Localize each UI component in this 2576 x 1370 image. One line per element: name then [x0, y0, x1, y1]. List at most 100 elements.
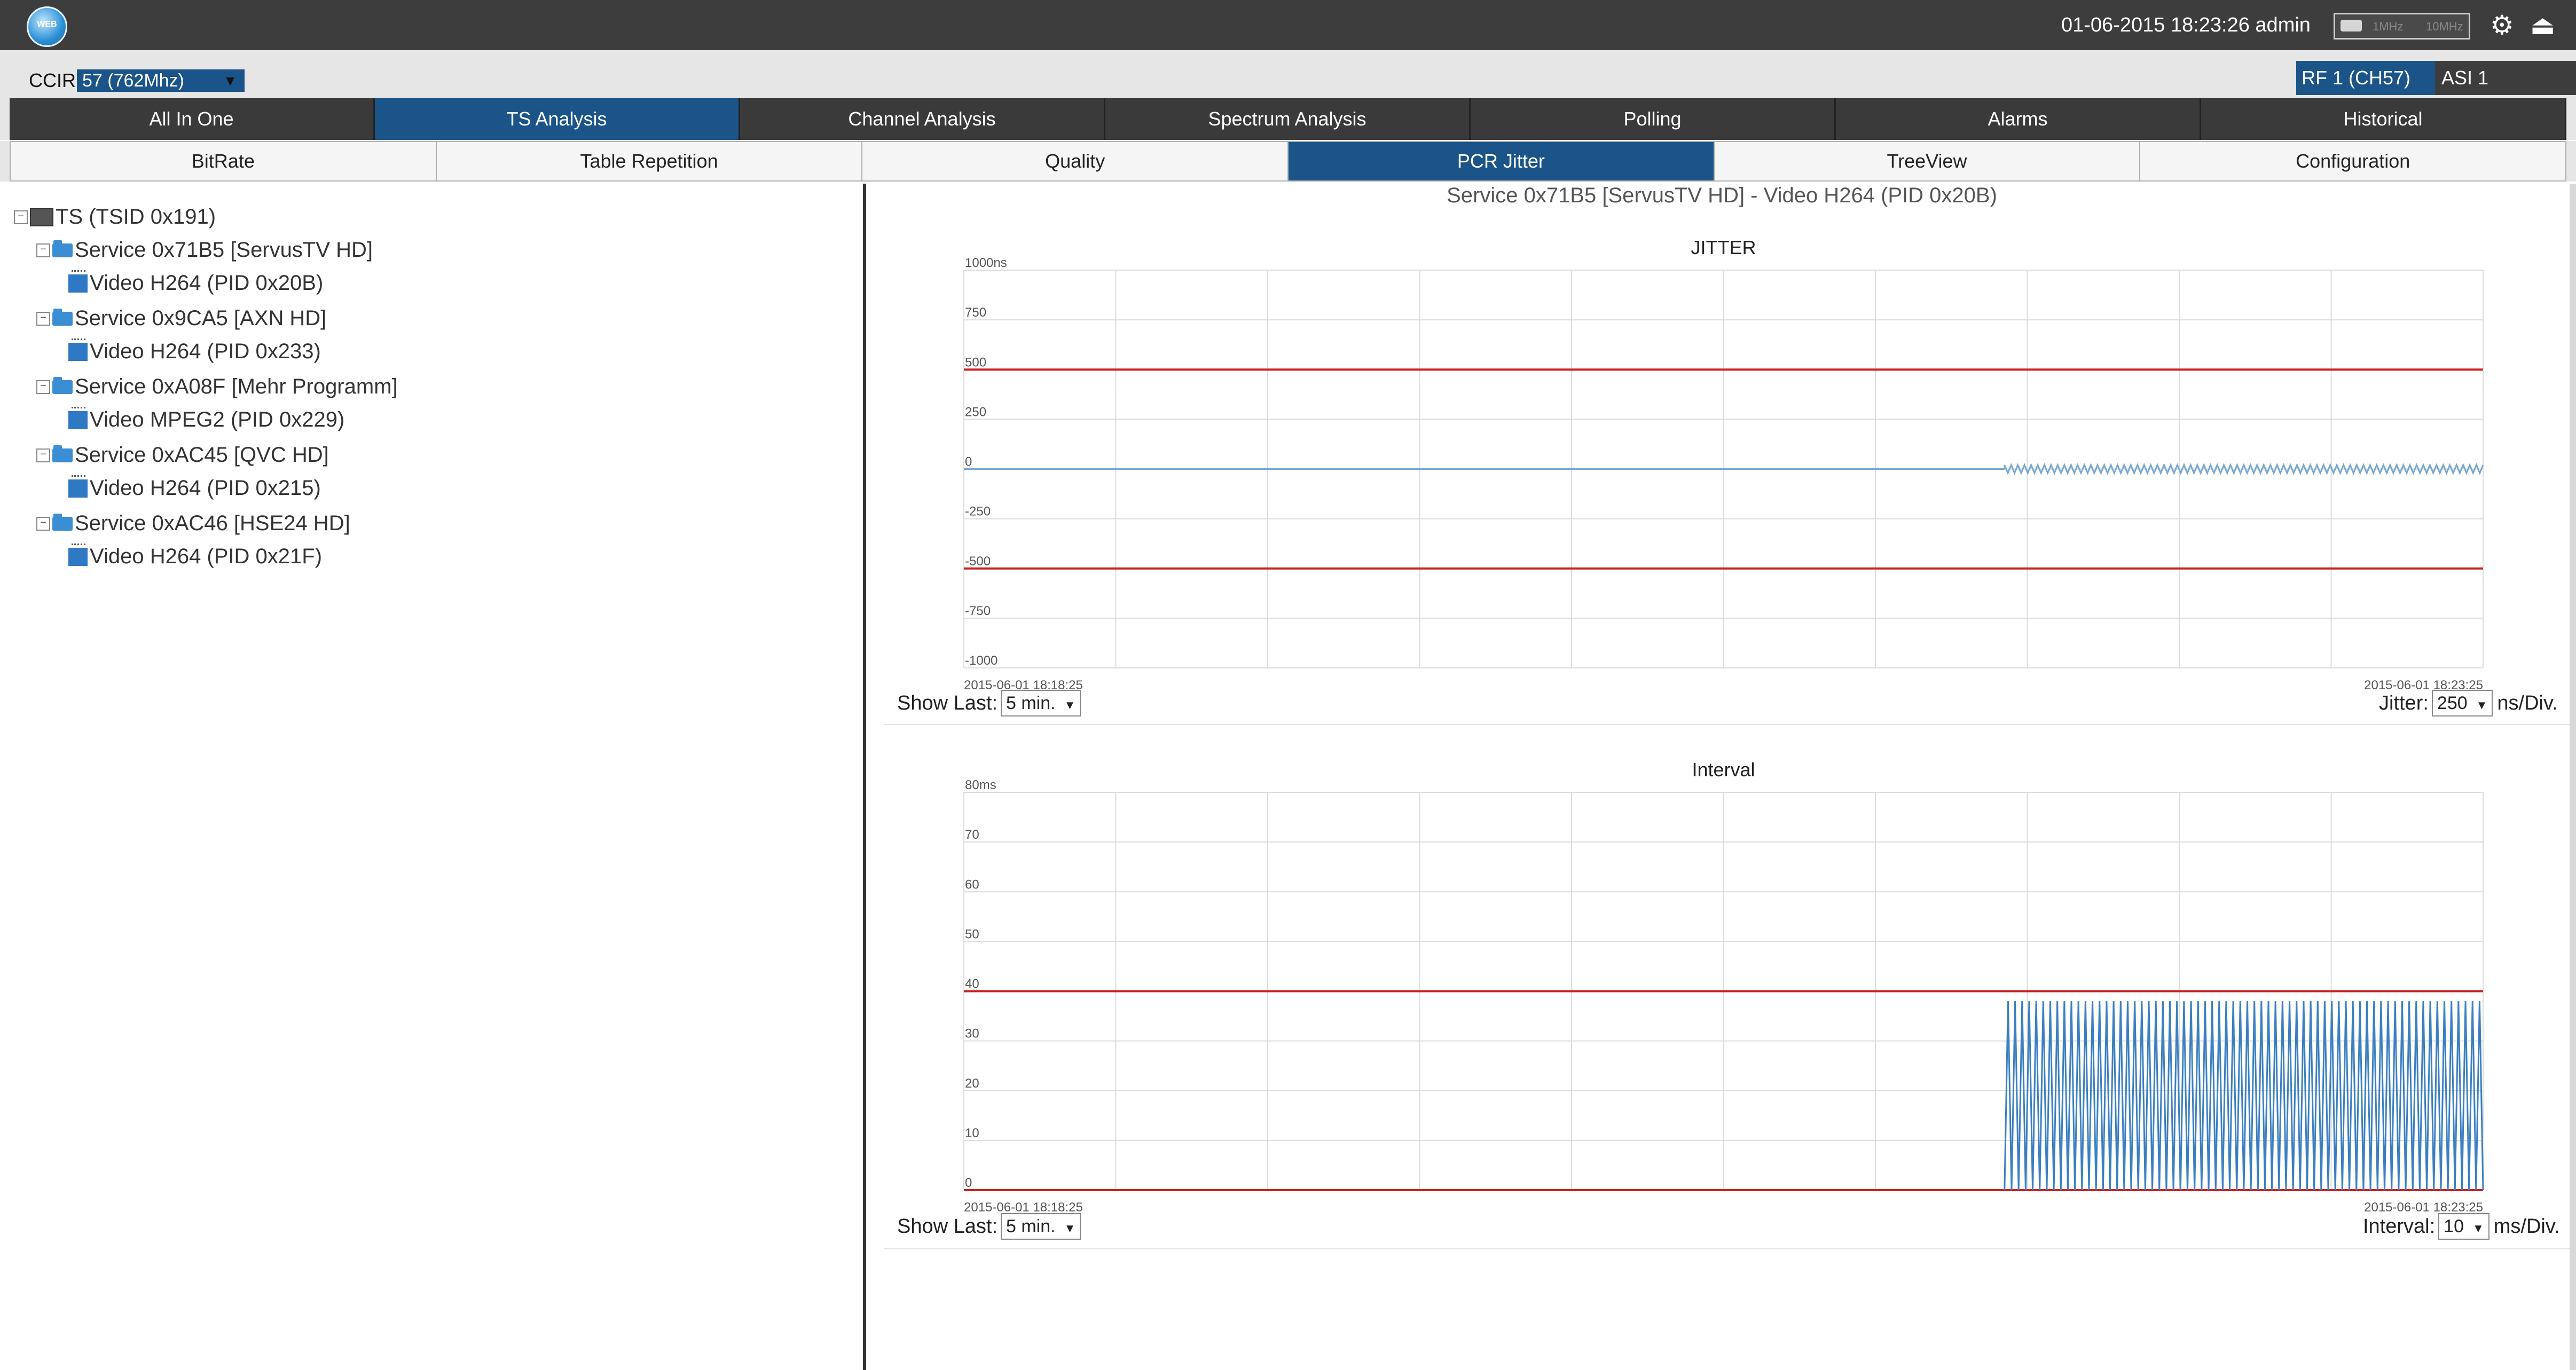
interval-show-last-value: 5 min. — [1006, 1216, 1056, 1237]
meter-label-1: 1MHz — [2373, 20, 2404, 33]
y-tick-label: -250 — [965, 505, 991, 519]
tree-service-label: Service 0x9CA5 [AXN HD] — [75, 306, 327, 330]
username: admin — [2255, 14, 2311, 36]
tree-service-node[interactable]: − Service 0x9CA5 [AXN HD] — [36, 306, 326, 330]
interval-show-last-select[interactable]: 5 min. ▼ — [1001, 1213, 1081, 1240]
tree-service-node[interactable]: − Service 0xA08F [Mehr Programm] — [36, 375, 398, 399]
app-logo[interactable]: WEB — [27, 6, 67, 47]
y-tick-label: -500 — [965, 554, 991, 569]
tree-root-label: TS (TSID 0x191) — [56, 205, 216, 229]
tab-spectrum-analysis[interactable]: Spectrum Analysis — [1105, 98, 1471, 140]
sub-tab-bar: BitRate Table Repetition Quality PCR Jit… — [0, 141, 2576, 182]
y-tick-label: 10 — [965, 1126, 979, 1140]
collapse-icon[interactable]: − — [36, 243, 50, 257]
chart-service-title: Service 0x71B5 [ServusTV HD] - Video H26… — [1447, 184, 1997, 207]
folder-icon — [52, 240, 73, 257]
top-bar: WEB 01-06-2015 18:23:26 admin 1MHz 10MHz… — [0, 0, 2576, 50]
interval-scale-select[interactable]: 10 ▼ — [2438, 1213, 2489, 1240]
jitter-show-last-select[interactable]: 5 min. ▼ — [1001, 690, 1081, 717]
tree-pid-node[interactable]: Video H264 (PID 0x20B) — [68, 270, 323, 295]
y-tick-label: 0 — [965, 1176, 972, 1190]
y-tick-label: 40 — [965, 977, 979, 991]
meter-icon — [2341, 20, 2362, 32]
y-tick-label: 80ms — [965, 778, 996, 792]
signal-meter: 1MHz 10MHz — [2334, 13, 2470, 40]
datetime-user: 01-06-2015 18:23:26 admin — [2061, 14, 2311, 37]
chevron-down-icon: ▼ — [223, 73, 237, 89]
tree-pid-label: Video H264 (PID 0x215) — [90, 476, 321, 500]
tree-service-label: Service 0xAC45 [QVC HD] — [75, 443, 329, 467]
chevron-down-icon: ▼ — [1064, 1222, 1076, 1235]
collapse-icon[interactable]: − — [36, 311, 50, 326]
tab-historical[interactable]: Historical — [2201, 98, 2566, 140]
collapse-icon[interactable]: − — [36, 448, 50, 462]
tab-alarms[interactable]: Alarms — [1836, 98, 2201, 140]
subtab-pcr-jitter[interactable]: PCR Jitter — [1289, 141, 1715, 182]
jitter-scale-label: Jitter: — [2379, 691, 2429, 714]
tree-pid-node[interactable]: Video H264 (PID 0x215) — [68, 475, 321, 500]
subtab-table-repetition[interactable]: Table Repetition — [436, 141, 863, 182]
jitter-show-last-value: 5 min. — [1006, 693, 1056, 713]
jitter-scale-select[interactable]: 250 ▼ — [2431, 690, 2493, 717]
interval-scale-unit: ms/Div. — [2493, 1215, 2560, 1238]
datetime-text: 01-06-2015 18:23:26 — [2061, 14, 2250, 36]
tree-service-node[interactable]: − Service 0x71B5 [ServusTV HD] — [36, 238, 373, 262]
tree-root[interactable]: − TS (TSID 0x191) — [14, 205, 216, 229]
asi-input-tab[interactable]: ASI 1 — [2435, 61, 2576, 95]
collapse-icon[interactable]: − — [36, 380, 50, 394]
tree-pid-label: Video H264 (PID 0x233) — [90, 340, 321, 363]
chevron-down-icon: ▼ — [1064, 698, 1076, 712]
subtab-bitrate[interactable]: BitRate — [10, 141, 437, 182]
jitter-scale-control: Jitter: 250 ▼ ns/Div. — [2379, 690, 2558, 717]
tab-ts-analysis[interactable]: TS Analysis — [375, 98, 740, 140]
video-stream-icon — [68, 475, 88, 498]
video-stream-icon — [68, 338, 88, 361]
y-tick-label: 60 — [965, 877, 979, 892]
tab-polling[interactable]: Polling — [1471, 98, 1836, 140]
y-tick-label: 20 — [965, 1076, 979, 1091]
tab-all-in-one[interactable]: All In One — [10, 98, 375, 140]
tree-pid-node[interactable]: Video H264 (PID 0x21F) — [68, 543, 322, 569]
interval-scale-label: Interval: — [2363, 1215, 2436, 1238]
subtab-quality[interactable]: Quality — [862, 141, 1289, 182]
subtab-treeview[interactable]: TreeView — [1714, 141, 2141, 182]
chart-title: Interval — [1692, 759, 1755, 781]
settings-gear-icon[interactable]: ⚙ — [2490, 12, 2514, 38]
tree-service-node[interactable]: − Service 0xAC45 [QVC HD] — [36, 443, 329, 467]
y-tick-label: 250 — [965, 405, 986, 419]
y-tick-label: 70 — [965, 828, 979, 842]
collapse-icon[interactable]: − — [14, 210, 28, 224]
subtab-configuration[interactable]: Configuration — [2140, 141, 2567, 182]
interval-chart: Interval 80ms 70 60 50 40 30 20 10 0 2015-06-01 18… — [963, 759, 2484, 1215]
jitter-scale-value: 250 — [2437, 693, 2468, 713]
tree-service-node[interactable]: − Service 0xAC46 [HSE24 HD] — [36, 511, 350, 536]
folder-icon — [52, 445, 73, 462]
folder-icon — [52, 513, 73, 531]
stream-tree-panel: − TS (TSID 0x191) − Service 0x71B5 [Serv… — [10, 184, 866, 1370]
ccir-channel-value: 57 (762Mhz) — [82, 70, 184, 91]
video-stream-icon — [68, 270, 88, 293]
y-tick-label: 30 — [965, 1027, 979, 1041]
interval-show-last-label: Show Last: — [897, 1215, 998, 1238]
chevron-down-icon: ▼ — [2472, 1222, 2484, 1235]
tree-pid-node[interactable]: Video H264 (PID 0x233) — [68, 338, 321, 364]
video-stream-icon — [68, 543, 88, 566]
folder-icon — [52, 376, 73, 394]
jitter-show-last-control: Show Last: 5 min. ▼ — [897, 690, 1081, 717]
rf-input-tab[interactable]: RF 1 (CH57) — [2296, 61, 2435, 95]
ccir-label: CCIR — [29, 69, 76, 91]
y-tick-label: 0 — [965, 455, 972, 469]
y-tick-label: -750 — [965, 604, 991, 618]
page-scrollbar[interactable] — [2570, 184, 2576, 1370]
tree-pid-node[interactable]: Video MPEG2 (PID 0x229) — [68, 406, 345, 432]
divider — [884, 724, 2571, 725]
main-tab-bar: All In One TS Analysis Channel Analysis … — [0, 98, 2576, 140]
interval-scale-control: Interval: 10 ▼ ms/Div. — [2363, 1213, 2560, 1240]
tree-pid-label: Video MPEG2 (PID 0x229) — [90, 408, 345, 431]
tab-channel-analysis[interactable]: Channel Analysis — [740, 98, 1105, 140]
collapse-icon[interactable]: − — [36, 516, 50, 531]
tree-service-label: Service 0xAC46 [HSE24 HD] — [75, 511, 350, 535]
logout-icon[interactable]: ⏏ — [2530, 12, 2555, 38]
ccir-channel-select[interactable]: 57 (762Mhz) ▼ — [77, 69, 245, 92]
tree-service-label: Service 0x71B5 [ServusTV HD] — [75, 238, 373, 262]
